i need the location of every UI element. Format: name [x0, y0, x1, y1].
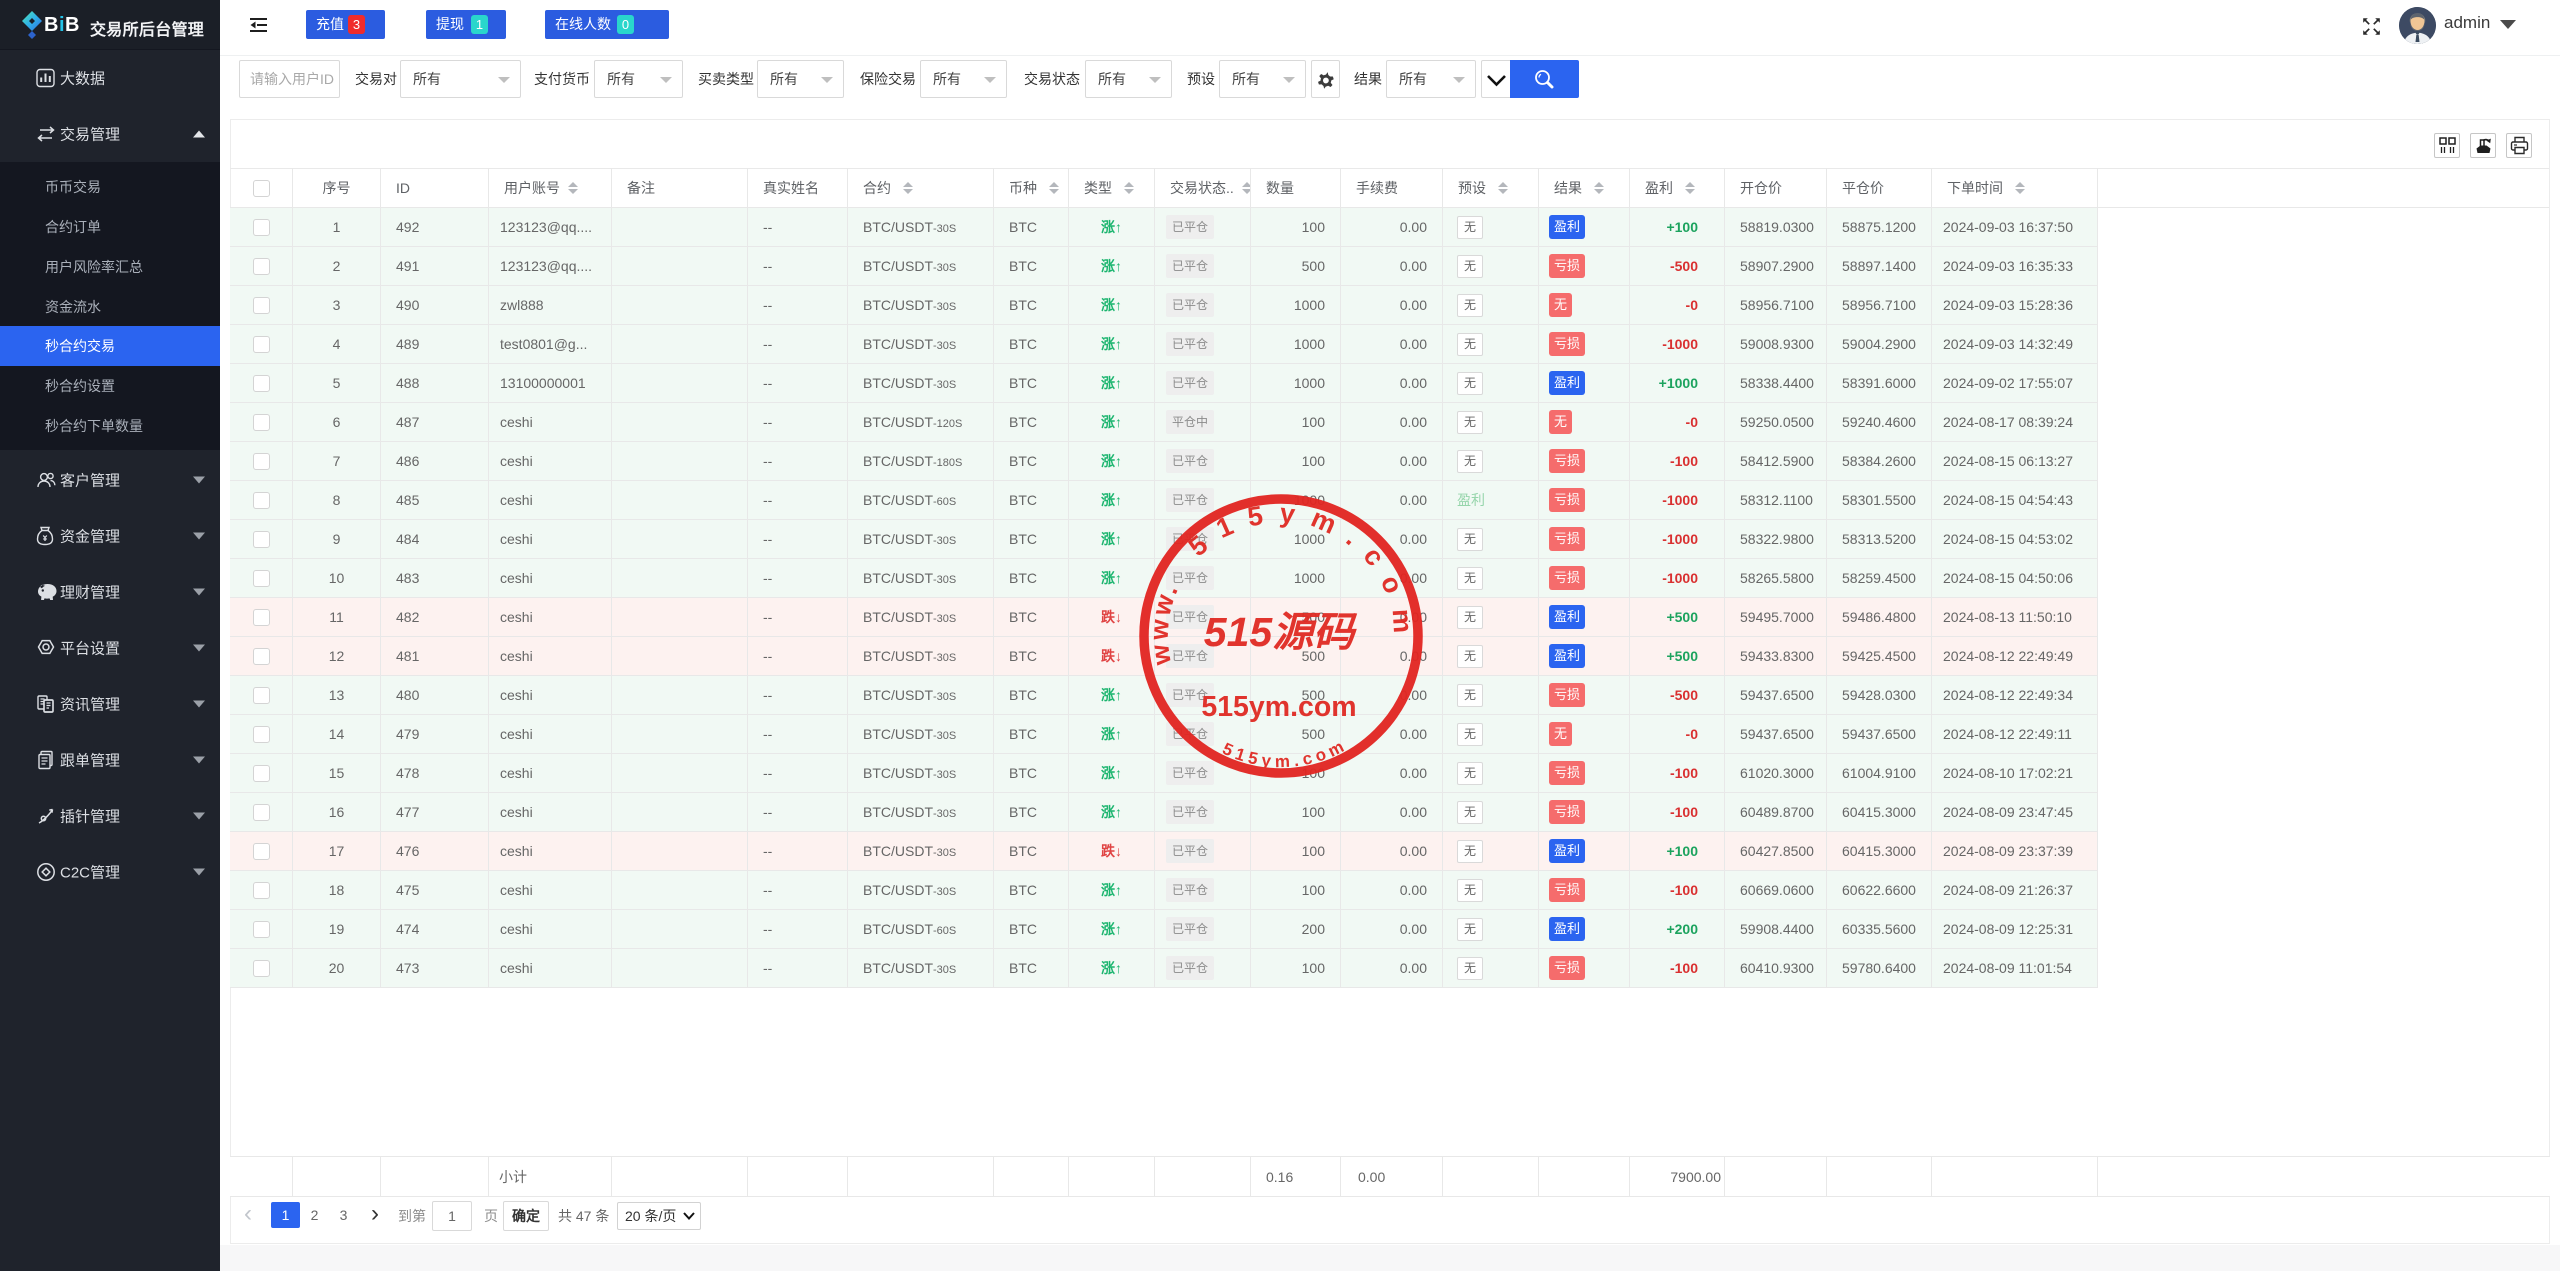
svg-text:515ym.com: 515ym.com — [1201, 691, 1356, 723]
svg-text:515源码: 515源码 — [1204, 609, 1357, 655]
